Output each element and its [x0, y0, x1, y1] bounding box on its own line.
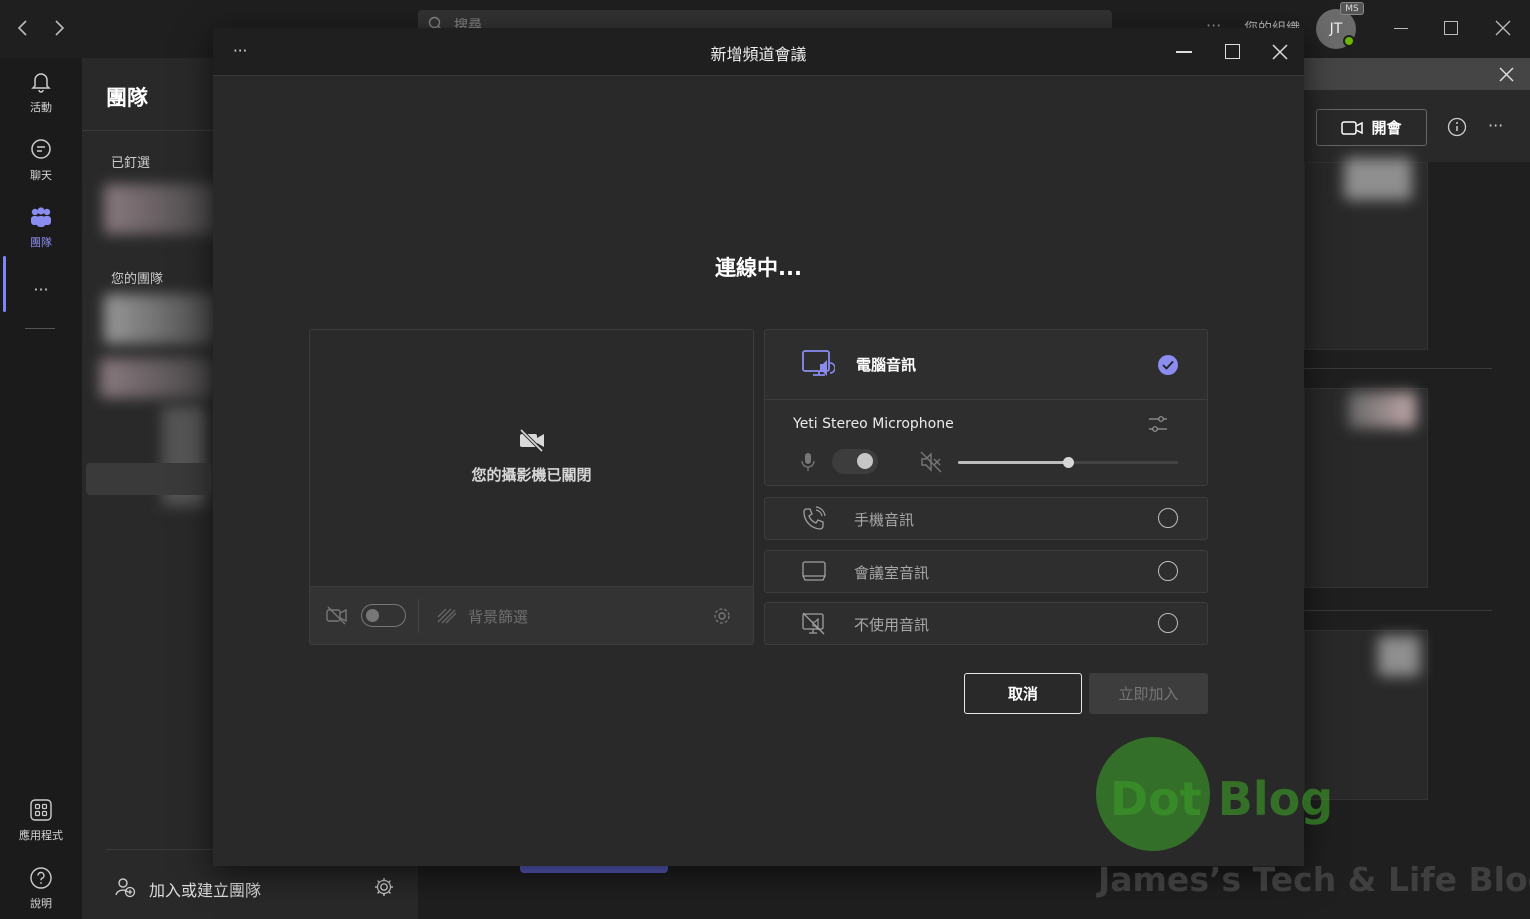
join-create-team-icon	[114, 876, 136, 902]
cancel-button-label: 取消	[1007, 685, 1038, 703]
computer-audio-label: 電腦音訊	[856, 356, 917, 374]
back-arrow-icon[interactable]	[16, 18, 30, 42]
presence-available-icon	[1343, 35, 1355, 47]
rail-label-chat: 聊天	[30, 169, 52, 182]
computer-audio-option[interactable]: 電腦音訊	[765, 330, 1207, 400]
bell-icon	[29, 70, 53, 99]
pinned-section-label: 已釘選	[111, 156, 151, 171]
microphone-toggle[interactable]	[832, 449, 878, 474]
camera-off-text: 您的攝影機已關閉	[471, 466, 592, 484]
rail-divider	[25, 328, 55, 329]
camera-controls-bar: 背景篩選	[310, 586, 753, 644]
camera-toggle-knob	[366, 608, 379, 622]
audio-device-name[interactable]: Yeti Stereo Microphone	[793, 416, 954, 432]
team-item[interactable]	[100, 358, 215, 398]
phone-audio-option[interactable]: 手機音訊	[764, 497, 1208, 540]
teams-icon	[28, 205, 54, 234]
rail-item-help[interactable]: 說明	[0, 866, 82, 911]
dialog-close-icon[interactable]	[1272, 44, 1288, 64]
speaker-volume-slider[interactable]	[958, 457, 1178, 468]
phone-call-icon	[801, 506, 827, 536]
meet-now-label: 開會	[1371, 119, 1402, 137]
dialog-title: 新增頻道會議	[710, 45, 807, 64]
meet-now-button[interactable]: 開會	[1316, 109, 1427, 146]
computer-audio-panel: 電腦音訊 Yeti Stereo Microphone	[764, 329, 1208, 486]
dialog-minimize-icon[interactable]	[1176, 51, 1192, 53]
close-icon[interactable]	[1495, 20, 1511, 40]
rail-label-apps: 應用程式	[19, 829, 63, 842]
join-now-button[interactable]: 立即加入	[1089, 673, 1208, 714]
rail-item-teams[interactable]: 團隊	[0, 205, 82, 250]
no-audio-radio[interactable]	[1158, 613, 1178, 633]
camera-off-small-icon	[326, 605, 348, 629]
controls-divider	[418, 599, 419, 633]
rail-item-apps[interactable]: 應用程式	[0, 798, 82, 843]
post-image	[1348, 392, 1416, 428]
post-divider	[1304, 368, 1492, 369]
pinned-team-item[interactable]	[104, 184, 219, 234]
speaker-volume-thumb[interactable]	[1063, 457, 1074, 468]
device-settings-gear-icon[interactable]	[711, 605, 733, 631]
computer-audio-icon	[801, 348, 836, 386]
help-icon	[29, 866, 53, 895]
connection-status: 連線中...	[715, 256, 802, 280]
rail-item-chat[interactable]: 聊天	[0, 138, 82, 183]
channel-banner	[1304, 58, 1530, 90]
video-camera-icon	[1341, 120, 1364, 136]
no-audio-label: 不使用音訊	[854, 616, 930, 634]
banner-close-icon[interactable]	[1499, 67, 1514, 86]
selected-check-icon	[1157, 354, 1179, 380]
team-item[interactable]	[104, 294, 219, 344]
org-badge-label: MS	[1345, 3, 1359, 14]
dialog-titlebar: ··· 新增頻道會議	[213, 28, 1304, 76]
post-divider	[1304, 610, 1492, 611]
no-audio-option[interactable]: 不使用音訊	[764, 602, 1208, 645]
post-image	[1344, 158, 1412, 200]
microphone-toggle-knob	[857, 453, 873, 469]
speaker-muted-icon[interactable]	[920, 451, 944, 477]
phone-audio-label: 手機音訊	[854, 511, 915, 529]
dialog-maximize-icon[interactable]	[1225, 44, 1240, 59]
cancel-button[interactable]: 取消	[964, 673, 1082, 714]
background-effects-icon[interactable]	[436, 607, 458, 629]
speaker-volume-fill	[958, 461, 1068, 464]
background-filter-label[interactable]: 背景篩選	[468, 606, 528, 627]
org-badge: MS	[1340, 2, 1364, 15]
no-audio-icon	[801, 612, 827, 640]
video-off-icon	[518, 428, 546, 456]
rail-label-help: 說明	[30, 897, 52, 910]
room-audio-option[interactable]: 會議室音訊	[764, 550, 1208, 593]
avatar-initials: JT	[1329, 21, 1343, 37]
channel-more-options-icon[interactable]: ···	[1488, 116, 1503, 135]
teams-panel-title: 團隊	[106, 86, 148, 110]
room-audio-label: 會議室音訊	[854, 564, 930, 582]
channel-info-icon[interactable]	[1447, 117, 1467, 141]
app-rail: 活動 聊天 團隊 ··· 應用程式 說明	[0, 58, 82, 919]
selected-channel-highlight[interactable]	[86, 463, 212, 495]
rail-label-teams: 團隊	[30, 236, 52, 249]
your-teams-section-label: 您的團隊	[111, 272, 164, 287]
microphone-icon	[801, 452, 815, 476]
apps-icon	[29, 798, 53, 827]
teams-settings-gear-icon[interactable]	[373, 876, 395, 902]
join-create-team-link[interactable]: 加入或建立團隊	[149, 877, 261, 901]
rail-label-activity: 活動	[30, 101, 52, 114]
camera-toggle[interactable]	[361, 604, 406, 627]
phone-audio-radio[interactable]	[1158, 508, 1178, 528]
watermark-tagline: James’s Tech & Life Blog	[1098, 860, 1530, 899]
watermark-logo-text: Dot Blog	[1110, 772, 1334, 826]
rail-item-activity[interactable]: 活動	[0, 70, 82, 115]
forward-arrow-icon[interactable]	[52, 18, 66, 42]
join-now-button-label: 立即加入	[1118, 685, 1179, 703]
chat-icon	[29, 138, 53, 167]
minimize-icon[interactable]	[1394, 28, 1408, 29]
room-device-icon	[801, 560, 827, 588]
audio-settings-sliders-icon[interactable]	[1148, 414, 1168, 438]
maximize-icon[interactable]	[1444, 21, 1458, 35]
camera-preview-panel: 您的攝影機已關閉 背景篩選	[309, 329, 754, 645]
post-image	[1378, 636, 1420, 676]
rail-more-apps[interactable]: ···	[0, 280, 82, 299]
room-audio-radio[interactable]	[1158, 561, 1178, 581]
